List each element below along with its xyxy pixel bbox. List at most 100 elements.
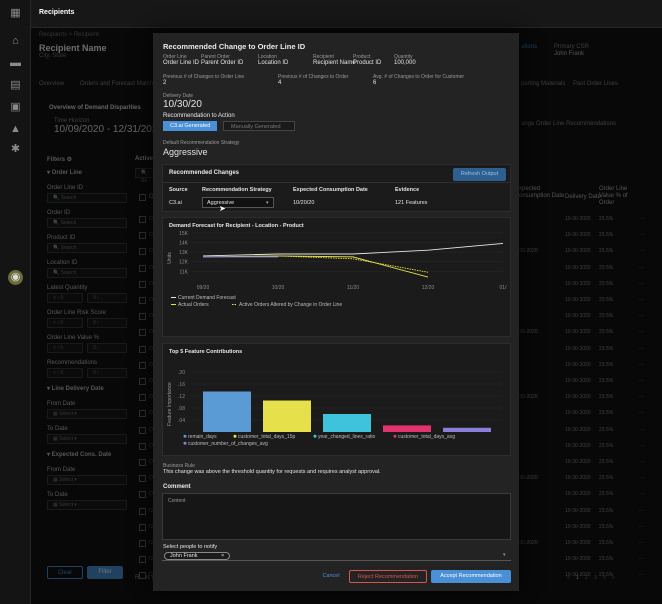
bar-remain_days [203, 391, 251, 432]
field-value-3: Recipient Name [313, 60, 356, 66]
rc-source: C3.ai [169, 200, 182, 206]
y-tick-label: .20 [178, 370, 185, 376]
legend-dot-1 [233, 434, 237, 438]
series-line-1 [202, 255, 429, 278]
home-icon[interactable]: ⌂ [8, 34, 23, 49]
chevron-down-icon: ▾ [266, 200, 269, 206]
forecast-chart: 11K 12K 13K 14K 15K Units 09/20 10/20 11/20 12/20… [167, 231, 508, 308]
modal-title: Recommended Change to Order Line ID [163, 42, 306, 51]
delivery-date: 10/30/20 [163, 99, 202, 110]
notify-label: Select people to notify [163, 544, 218, 550]
legend-label-0: Current Demand Forecast [178, 295, 236, 301]
rc-evidence: 121 Features [395, 200, 428, 206]
bar-year_changed_lines_ratio [323, 414, 371, 432]
prev-value-1: 4 [278, 80, 282, 86]
x-tick-label: 10/20 [272, 285, 285, 291]
grid-icon[interactable]: ▦ [8, 6, 23, 21]
rc-header-3: Evidence [395, 187, 420, 193]
series-line-2 [277, 255, 429, 273]
legend-label-4: customer_number_of_changes_avg [188, 441, 268, 447]
y-tick-label: .04 [178, 418, 185, 424]
top-bar: Recipients [31, 0, 662, 28]
y-tick-label: .12 [178, 394, 185, 400]
field-value-1: Parent Order ID [201, 60, 244, 66]
legend-label-3: customer_total_days_avg [398, 434, 455, 440]
field-value-2: Location ID [258, 60, 289, 66]
y-tick-label: 13K [179, 250, 189, 256]
business-rule-text: This change was above the threshold quan… [163, 469, 381, 475]
seg-c3-generated[interactable]: C3.ai Generated [163, 121, 218, 131]
notify-chip-label: John Frank [170, 553, 198, 559]
comment-textarea[interactable]: Content [162, 493, 511, 540]
y-axis-label: Feature Importance [167, 382, 173, 426]
x-tick-label: 09/20 [197, 285, 210, 291]
x-tick-label: 12/20 [422, 285, 435, 291]
prev-label-2: Avg. # of Changes to Order for Customer [373, 74, 465, 80]
accept-button[interactable]: Accept Recommendation [431, 570, 511, 583]
legend-label-1: customer_total_days_15p [238, 434, 295, 440]
strategy-select[interactable]: Aggressive ▾ [202, 197, 274, 208]
prev-value-2: 6 [373, 80, 377, 86]
cursor-icon: ➤ [219, 204, 226, 213]
close-icon[interactable]: × [221, 553, 224, 559]
y-tick-label: 11K [179, 269, 188, 275]
rec-changes-title: Recommended Changes [169, 170, 240, 176]
truck-icon[interactable]: ▬ [8, 56, 23, 71]
rc-header-1: Recommendation Strategy [202, 187, 272, 193]
refresh-output-button[interactable]: Refresh Output [453, 168, 506, 181]
rc-header-0: Source [169, 187, 188, 193]
rc-header-2: Expected Consumption Date [293, 187, 368, 193]
bar-customer_total_days_avg [383, 425, 431, 432]
bar-customer_total_days_15p [263, 400, 311, 432]
legend-dot-2 [313, 434, 317, 438]
y-tick-label: .08 [178, 406, 185, 412]
strategy-value: Aggressive [163, 147, 208, 157]
legend-label-1: Actual Orders [178, 302, 209, 308]
chart-icon[interactable]: ▤ [8, 78, 23, 93]
field-value-4: Product ID [353, 60, 382, 66]
reject-button[interactable]: Reject Recommendation [349, 570, 427, 583]
legend-label-0: remain_days [188, 434, 217, 440]
legend-dot-4 [183, 441, 187, 445]
field-value-5: 100,000 [394, 60, 416, 66]
cancel-button[interactable]: Cancel [317, 570, 345, 583]
feature-card: Top 5 Feature Contributions .04.08.12.16… [162, 343, 511, 456]
comment-label: Comment [163, 484, 191, 490]
y-tick-label: .16 [178, 382, 185, 388]
recommended-changes-card: Recommended Changes Refresh Output Sourc… [162, 164, 511, 213]
forecast-card: Demand Forecast for Recipient - Location… [162, 217, 511, 337]
comment-placeholder: Content [168, 498, 186, 504]
field-value-0: Order Line ID [163, 60, 200, 66]
prev-label-1: Previous # of Changes to Order [278, 74, 349, 80]
tab-recipients[interactable]: Recipients [39, 9, 74, 16]
prev-label-0: Previous # of Changes to Order Line [163, 74, 245, 80]
notify-select[interactable]: John Frank × ▾ [162, 552, 511, 561]
legend-label-2: Active Orders Altered by Change in Order… [239, 302, 342, 308]
notify-chip[interactable]: John Frank × [164, 552, 230, 560]
recommendation-modal: Recommended Change to Order Line ID Orde… [153, 33, 519, 591]
y-tick-label: 12K [179, 260, 189, 266]
y-axis-label: Units [167, 252, 173, 264]
legend-dot-3 [393, 434, 397, 438]
strategy-label: Default Recommendation Strategy [163, 140, 240, 146]
y-tick-label: 15K [179, 231, 189, 237]
rec-action-label: Recommendation to Action [163, 113, 235, 119]
legend-dot-0 [183, 434, 187, 438]
left-rail: ▦ ⌂ ▬ ▤ ▣ ▲ ✱ ◉ [0, 0, 31, 604]
settings-icon[interactable]: ✱ [8, 142, 23, 157]
bell-icon[interactable]: ▲ [8, 122, 23, 137]
rc-date: 10/20/20 [293, 200, 315, 206]
chevron-down-icon: ▾ [503, 552, 506, 558]
feature-chart: .04 .08 .12 .16 .20 Feature Importance remain_… [167, 370, 503, 447]
legend-label-2: year_changed_lines_ratio [318, 434, 375, 440]
bar-customer_number_of_changes_avg [443, 427, 491, 432]
y-tick-label: 14K [179, 240, 189, 246]
x-tick-label: 11/20 [347, 285, 359, 291]
prev-value-0: 2 [163, 80, 167, 86]
series-line-0 [202, 242, 504, 257]
box-icon[interactable]: ▣ [8, 100, 23, 115]
divider [163, 182, 510, 183]
x-tick-label: 01/ [500, 285, 508, 291]
seg-manually-generated[interactable]: Manually Generated [223, 121, 295, 131]
ai-icon[interactable]: ◉ [8, 270, 23, 285]
